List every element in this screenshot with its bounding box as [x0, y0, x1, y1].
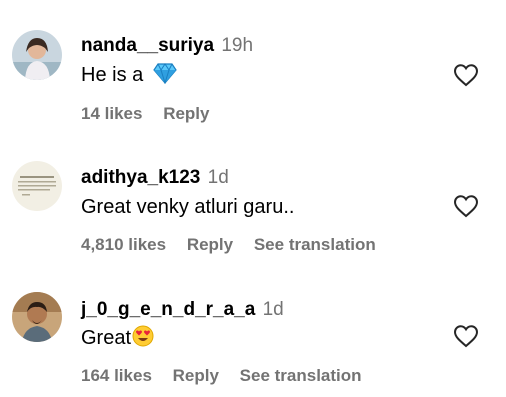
- comment-text: Great: [81, 325, 154, 353]
- like-heart-button[interactable]: [453, 324, 479, 348]
- avatar[interactable]: [12, 161, 62, 211]
- comment-header: adithya_k123 1d: [81, 167, 229, 189]
- heart-outline-icon: [453, 325, 479, 348]
- like-heart-button[interactable]: [453, 194, 479, 218]
- see-translation-button[interactable]: See translation: [240, 366, 362, 385]
- username[interactable]: adithya_k123: [81, 167, 200, 188]
- comment-text: Great venky atluri garu..: [81, 196, 295, 218]
- comment-header: j_0_g_e_n_d_r_a_a 1d: [81, 299, 284, 321]
- heart-outline-icon: [453, 195, 479, 218]
- avatar-document-icon: [12, 161, 62, 211]
- timestamp: 19h: [221, 35, 254, 56]
- comment-actions: 4,810 likes Reply See translation: [81, 235, 392, 255]
- likes-count[interactable]: 4,810 likes: [81, 235, 166, 254]
- like-heart-button[interactable]: [453, 63, 479, 87]
- comment-1: nanda__suriya 19h He is a 14 likes Reply: [0, 0, 506, 130]
- comment-text: He is a: [81, 62, 177, 90]
- comment-text-content: Great: [81, 327, 132, 349]
- timestamp: 1d: [262, 299, 284, 320]
- reply-button[interactable]: Reply: [163, 104, 209, 123]
- likes-count[interactable]: 14 likes: [81, 104, 142, 123]
- comment-2: adithya_k123 1d Great venky atluri garu.…: [0, 130, 506, 270]
- comment-header: nanda__suriya 19h: [81, 35, 253, 57]
- reply-button[interactable]: Reply: [173, 366, 219, 385]
- gem-icon: [153, 62, 177, 90]
- comment-actions: 164 likes Reply See translation: [81, 366, 378, 386]
- comment-3: j_0_g_e_n_d_r_a_a 1d Great 164 likes Rep…: [0, 270, 506, 397]
- comment-actions: 14 likes Reply: [81, 104, 225, 124]
- username[interactable]: nanda__suriya: [81, 35, 214, 56]
- avatar[interactable]: [12, 30, 62, 80]
- heart-eyes-emoji-icon: [132, 325, 154, 353]
- see-translation-button[interactable]: See translation: [254, 235, 376, 254]
- likes-count[interactable]: 164 likes: [81, 366, 152, 385]
- username[interactable]: j_0_g_e_n_d_r_a_a: [81, 299, 255, 320]
- heart-outline-icon: [453, 64, 479, 87]
- comment-text-content: He is a: [81, 64, 144, 86]
- avatar-photo-icon: [12, 292, 62, 342]
- reply-button[interactable]: Reply: [187, 235, 233, 254]
- timestamp: 1d: [207, 167, 229, 188]
- avatar[interactable]: [12, 292, 62, 342]
- avatar-photo-icon: [12, 30, 62, 80]
